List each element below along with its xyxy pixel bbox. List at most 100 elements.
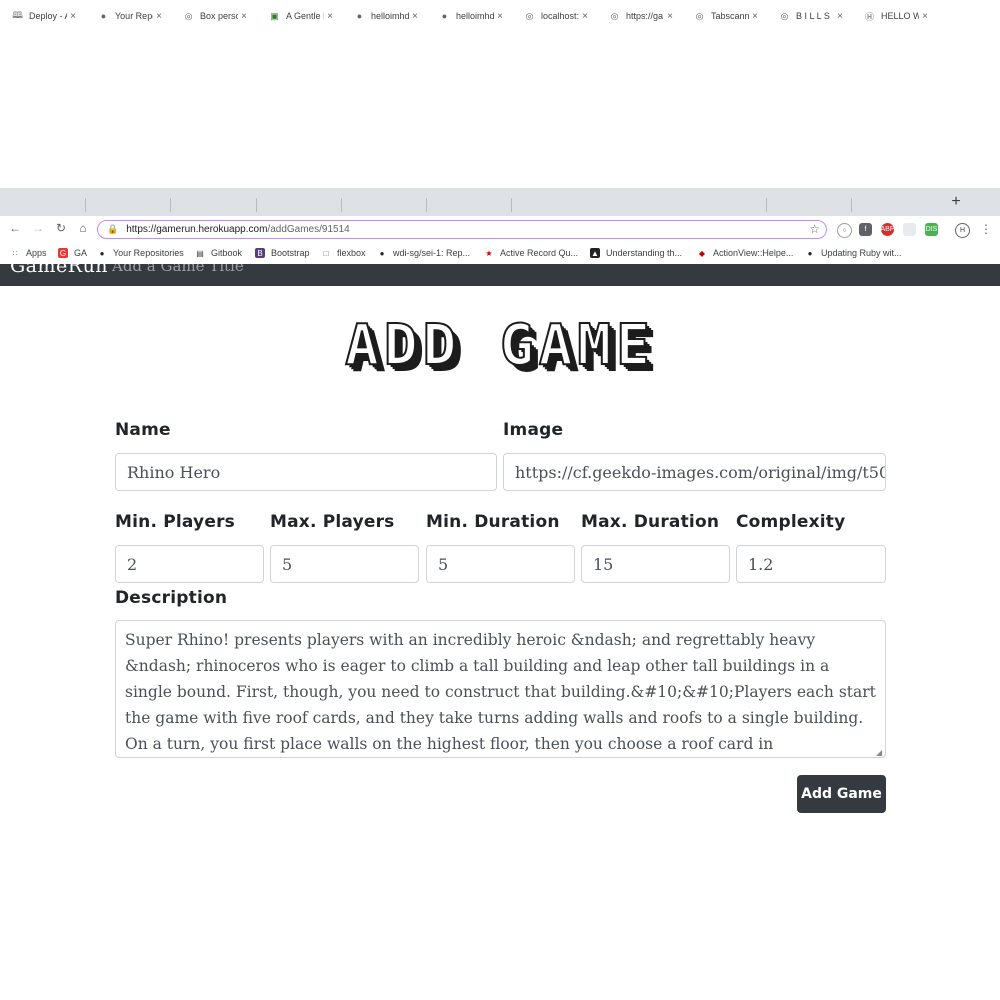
close-tab-icon[interactable]: × (834, 11, 846, 22)
close-tab-icon[interactable]: × (579, 11, 591, 22)
close-tab-icon[interactable]: × (664, 11, 676, 22)
description-label: Description (115, 588, 228, 608)
tab-separator (341, 198, 342, 212)
bookmark-item[interactable]: □ flexbox (321, 246, 366, 260)
browser-tab[interactable]: ● Your Repo × (86, 4, 171, 28)
max-duration-field[interactable]: 15 (581, 545, 730, 583)
tab-label: Tabscann (711, 11, 749, 21)
bookmark-item[interactable]: ★ Active Record Qu... (484, 246, 578, 260)
close-tab-icon[interactable]: × (324, 11, 336, 22)
dis-extension-icon[interactable]: DIS (925, 223, 938, 236)
tab-separator (851, 198, 852, 212)
min-players-field[interactable]: 2 (115, 545, 264, 583)
resize-handle-icon[interactable]: ◢ (876, 748, 882, 757)
nav-link[interactable]: Add a Game Title (112, 264, 244, 275)
browser-tab[interactable]: ◎ B I L L S × (767, 4, 852, 28)
browser-tab[interactable]: 🕮 Deploy - A × (0, 4, 85, 28)
adblock-extension-icon[interactable]: ABP (881, 223, 895, 236)
home-icon[interactable]: ⌂ (75, 221, 91, 235)
forward-icon[interactable]: → (30, 221, 46, 235)
bookmark-label: Understanding th... (606, 248, 683, 258)
bookmark-item[interactable]: ● Your Repositories (97, 246, 184, 260)
bookmark-item[interactable]: B Bootstrap (255, 246, 310, 260)
bookmark-label: ActionView::Helpe... (713, 248, 794, 258)
bookmark-item[interactable]: ∷ Apps (10, 246, 47, 260)
tab-label: A Gentle I (286, 11, 324, 21)
back-icon[interactable]: ← (7, 221, 23, 235)
browser-tab[interactable]: ◎ Box perso × (171, 4, 256, 28)
site-brand[interactable]: GameRun (10, 264, 108, 277)
browser-tab[interactable]: ◎ https://ga × (597, 4, 682, 28)
bookmark-star-icon[interactable]: ☆ (809, 222, 820, 236)
browser-tab[interactable]: ◎ Tabscann × (682, 4, 767, 28)
complexity-field[interactable]: 1.2 (736, 545, 886, 583)
bookmark-label: Apps (26, 248, 47, 258)
tab-label: Deploy - A (29, 11, 67, 21)
globe-icon: ◎ (525, 10, 534, 21)
github-icon: ● (807, 248, 813, 258)
bookmark-item[interactable]: ◆ ActionView::Helpe... (697, 246, 793, 260)
browser-tab[interactable]: ● helloimhd × (427, 4, 512, 28)
bookmark-item[interactable]: G GA (58, 246, 87, 260)
tab-separator (426, 198, 427, 212)
reload-icon[interactable]: ↻ (53, 221, 69, 235)
bookmark-item[interactable]: ● wdi-sg/sei-1: Rep... (377, 246, 470, 260)
add-game-button[interactable]: Add Game (797, 775, 886, 813)
new-tab-button[interactable]: + (948, 193, 964, 211)
document-icon: □ (323, 248, 329, 258)
browser-tab[interactable]: ◎ localhost: × (512, 4, 597, 28)
min-duration-field[interactable]: 5 (426, 545, 575, 583)
globe-icon: ◎ (610, 10, 619, 21)
tab-separator (170, 198, 171, 212)
circle-h-icon: Ⓗ (864, 11, 874, 22)
close-tab-icon[interactable]: × (238, 11, 250, 22)
browser-tab[interactable]: ▣ A Gentle I × (257, 4, 342, 28)
address-url: https://gamerun.herokuapp.com/addGames/9… (126, 224, 350, 235)
lock-icon: 🔒 (107, 224, 119, 234)
github-icon: ● (100, 11, 107, 21)
image-label: Image (503, 420, 564, 440)
tab-label: Your Repo (115, 11, 153, 21)
page-title: ADD GAME (344, 313, 655, 378)
bookmark-item[interactable]: ▲ Understanding th... (590, 246, 682, 260)
triangle-icon: ▲ (590, 248, 600, 258)
globe-icon: ◎ (780, 10, 789, 21)
address-bar[interactable]: 🔒 https://gamerun.herokuapp.com/addGames… (97, 220, 827, 239)
max-players-field[interactable]: 5 (270, 545, 419, 583)
bookmark-item[interactable]: ● Updating Ruby wit... (805, 246, 902, 260)
github-icon: ● (99, 248, 105, 258)
profile-icon[interactable]: H (955, 223, 970, 238)
tab-label: https://ga (626, 11, 664, 21)
description-textarea[interactable]: Super Rhino! presents players with an in… (115, 620, 886, 758)
facebook-extension-icon[interactable]: f (859, 223, 872, 236)
close-tab-icon[interactable]: × (494, 11, 506, 22)
book-icon: 🕮 (12, 10, 23, 20)
name-field[interactable]: Rhino Hero (115, 453, 497, 491)
close-tab-icon[interactable]: × (749, 11, 761, 22)
github-icon: ● (379, 248, 385, 258)
close-tab-icon[interactable]: × (409, 11, 421, 22)
tab-label: HELLO W (881, 11, 919, 21)
close-tab-icon[interactable]: × (153, 11, 165, 22)
bookmark-label: Your Repositories (113, 248, 184, 258)
name-label: Name (115, 420, 171, 440)
min-duration-label: Min. Duration (426, 512, 560, 532)
blank-extension-icon[interactable] (903, 223, 916, 236)
max-duration-label: Max. Duration (581, 512, 720, 532)
menu-icon[interactable]: ⋮ (978, 222, 994, 236)
browser-tab[interactable]: ● helloimhd × (342, 4, 427, 28)
close-tab-icon[interactable]: × (67, 11, 79, 22)
browser-tab[interactable]: Ⓗ HELLO W × (852, 4, 937, 28)
tab-label: Box perso (200, 11, 238, 21)
tab-label: helloimhd (456, 11, 494, 21)
extension-icon[interactable]: ○ (837, 223, 852, 238)
bookmark-label: Active Record Qu... (500, 248, 579, 258)
bookmark-label: Updating Ruby wit... (821, 248, 902, 258)
close-tab-icon[interactable]: × (919, 11, 931, 22)
site-navbar: GameRun Add a Game Title (0, 264, 1000, 286)
tab-separator (256, 198, 257, 212)
tab-separator (511, 198, 512, 212)
book-icon: ▤ (196, 248, 204, 258)
bookmark-item[interactable]: ▤ Gitbook (195, 246, 242, 260)
image-url-field[interactable]: https://cf.geekdo-images.com/original/im… (503, 453, 886, 491)
